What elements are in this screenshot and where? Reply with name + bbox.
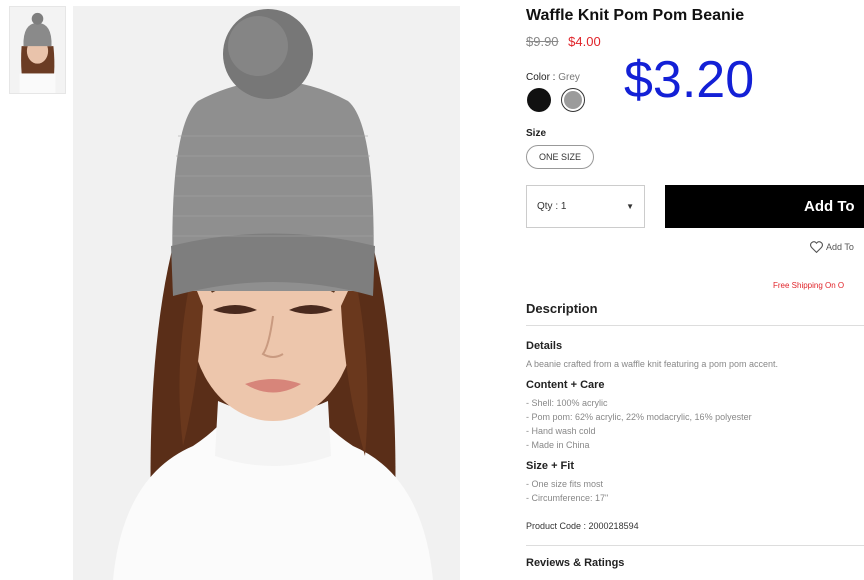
- content-line: - Hand wash cold: [526, 426, 596, 436]
- size-label: Size: [526, 128, 547, 139]
- product-title: Waffle Knit Pom Pom Beanie: [526, 7, 745, 24]
- original-price: $9.90: [526, 34, 559, 49]
- divider: [526, 545, 864, 546]
- product-code: Product Code : 2000218594: [526, 521, 639, 531]
- content-line: - Made in China: [526, 440, 590, 450]
- color-label-row: Color : Grey: [526, 72, 580, 83]
- quantity-value: Qty : 1: [537, 201, 567, 212]
- overlay-price: $3.20: [624, 51, 755, 109]
- product-thumbnail[interactable]: [9, 6, 66, 94]
- color-swatch-black[interactable]: [527, 88, 551, 112]
- add-to-wishlist-link[interactable]: Add To: [810, 241, 854, 254]
- selected-color: Grey: [558, 72, 580, 83]
- color-swatch-grey[interactable]: [561, 88, 585, 112]
- size-option-button[interactable]: ONE SIZE: [526, 145, 594, 169]
- product-image: [73, 6, 460, 580]
- sale-price: $4.00: [568, 34, 601, 49]
- size-fit-line: - One size fits most: [526, 479, 604, 489]
- size-fit-heading: Size + Fit: [526, 460, 574, 472]
- thumbnail-image: [10, 7, 65, 93]
- quantity-select[interactable]: Qty : 1 ▼: [526, 185, 645, 228]
- content-line: - Shell: 100% acrylic: [526, 398, 608, 408]
- divider: [526, 325, 864, 326]
- free-shipping-link[interactable]: Free Shipping On O: [773, 281, 844, 290]
- description-heading: Description: [526, 301, 598, 316]
- add-to-bag-button[interactable]: Add To: [665, 185, 864, 228]
- price-row: $9.90 $4.00: [526, 34, 601, 49]
- chevron-down-icon: ▼: [626, 202, 634, 211]
- model-wearing-beanie-image: [73, 6, 460, 580]
- content-care-heading: Content + Care: [526, 379, 605, 391]
- content-line: - Pom pom: 62% acrylic, 22% modacrylic, …: [526, 412, 752, 422]
- reviews-heading[interactable]: Reviews & Ratings: [526, 557, 624, 569]
- details-heading: Details: [526, 340, 563, 352]
- details-text: A beanie crafted from a waffle knit feat…: [526, 359, 778, 369]
- color-label: Color :: [526, 72, 556, 83]
- heart-icon: [810, 241, 823, 254]
- size-fit-line: - Circumference: 17": [526, 493, 609, 503]
- wishlist-label: Add To: [826, 242, 854, 252]
